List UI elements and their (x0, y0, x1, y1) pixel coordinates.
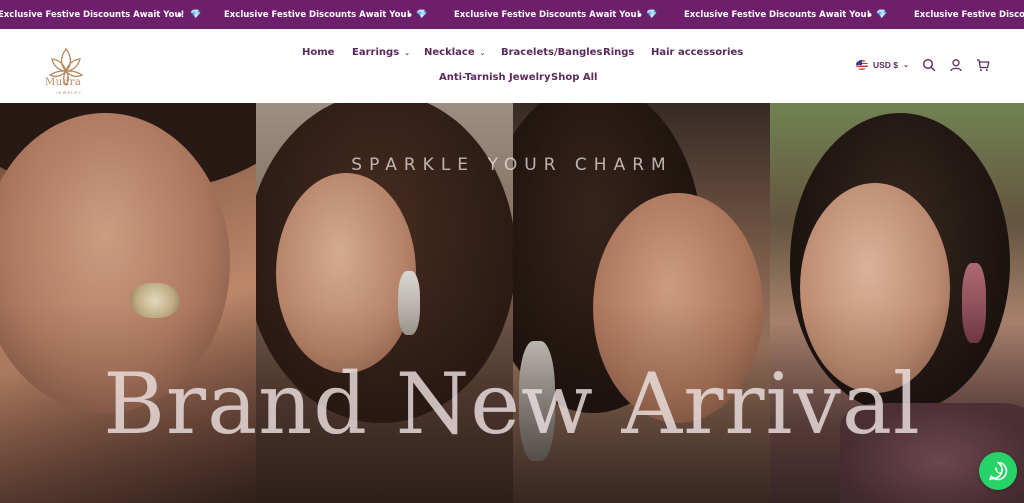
diamond-icon: 💎 (190, 10, 202, 20)
us-flag-icon (856, 60, 868, 70)
whatsapp-chat-button[interactable] (979, 452, 1017, 490)
nav-hair-accessories[interactable]: Hair accessories (651, 47, 743, 58)
nav-label: Earrings (352, 47, 400, 58)
hero-tagline: SPARKLE YOUR CHARM (351, 155, 673, 175)
nav-anti-tarnish[interactable]: Anti-Tarnish Jewelry (439, 72, 550, 83)
announcement-text: Exclusive Festive Discounts Await You! (0, 10, 185, 20)
announcement-text: Exclusive Festive Discounts Await You! (914, 10, 1024, 20)
separator-dot: • (176, 9, 184, 22)
nav-label: Shop All (551, 72, 598, 83)
hero-headline: Brand New Arrival (103, 355, 921, 453)
hero-banner[interactable]: SPARKLE YOUR CHARM Brand New Arrival (0, 103, 1024, 503)
brand-name: Mudra (45, 77, 82, 88)
diamond-icon: 💎 (416, 10, 428, 20)
separator-dot: • (636, 9, 644, 22)
separator-dot: • (406, 9, 414, 22)
separator-dot: • (866, 9, 874, 22)
announcement-bar: Exclusive Festive Discounts Await You! 💎… (0, 0, 1024, 29)
chevron-down-icon: ⌄ (479, 49, 486, 57)
announcement-item: Exclusive Festive Discounts Await You! 💎 (224, 10, 428, 20)
nav-shop-all[interactable]: Shop All (551, 72, 597, 83)
chevron-down-icon: ⌄ (404, 49, 410, 57)
diamond-icon: 💎 (876, 10, 888, 20)
brand-subtitle: JEWELRY (56, 90, 82, 95)
nav-label: Rings (603, 47, 635, 58)
cart-icon[interactable] (976, 58, 990, 72)
nav-earrings[interactable]: Earrings ⌄ (352, 47, 410, 58)
announcement-item: Exclusive Festive Discounts Await You! (914, 10, 1024, 20)
nav-home[interactable]: Home (302, 47, 334, 58)
nav-label: Anti-Tarnish Jewelry (439, 72, 551, 83)
chevron-down-icon: ⌄ (903, 62, 909, 69)
site-header: Mudra JEWELRY Home Earrings ⌄ Necklace ⌄ B… (0, 29, 1024, 103)
search-icon[interactable] (922, 58, 936, 72)
announcement-text: Exclusive Festive Discounts Await You! (224, 10, 411, 20)
announcement-item: Exclusive Festive Discounts Await You! 💎 (684, 10, 888, 20)
currency-label: USD $ (873, 60, 899, 70)
announcement-item: Exclusive Festive Discounts Await You! 💎 (454, 10, 658, 20)
nav-label: Home (302, 47, 335, 58)
announcement-text: Exclusive Festive Discounts Await You! (684, 10, 871, 20)
whatsapp-icon (989, 461, 1008, 481)
announcement-item: Exclusive Festive Discounts Await You! 💎 (0, 10, 202, 20)
nav-label: Hair accessories (651, 47, 744, 58)
nav-bracelets-bangles[interactable]: Bracelets/Bangles (501, 47, 602, 58)
account-icon[interactable] (949, 58, 963, 72)
nav-label: Bracelets/Bangles (501, 47, 603, 58)
announcement-text: Exclusive Festive Discounts Await You! (454, 10, 641, 20)
nav-rings[interactable]: Rings (603, 47, 634, 58)
nav-label: Necklace (424, 47, 475, 58)
nav-necklace[interactable]: Necklace ⌄ (424, 47, 486, 58)
diamond-icon: 💎 (646, 10, 658, 20)
currency-selector[interactable]: USD $ ⌄ (856, 60, 909, 70)
